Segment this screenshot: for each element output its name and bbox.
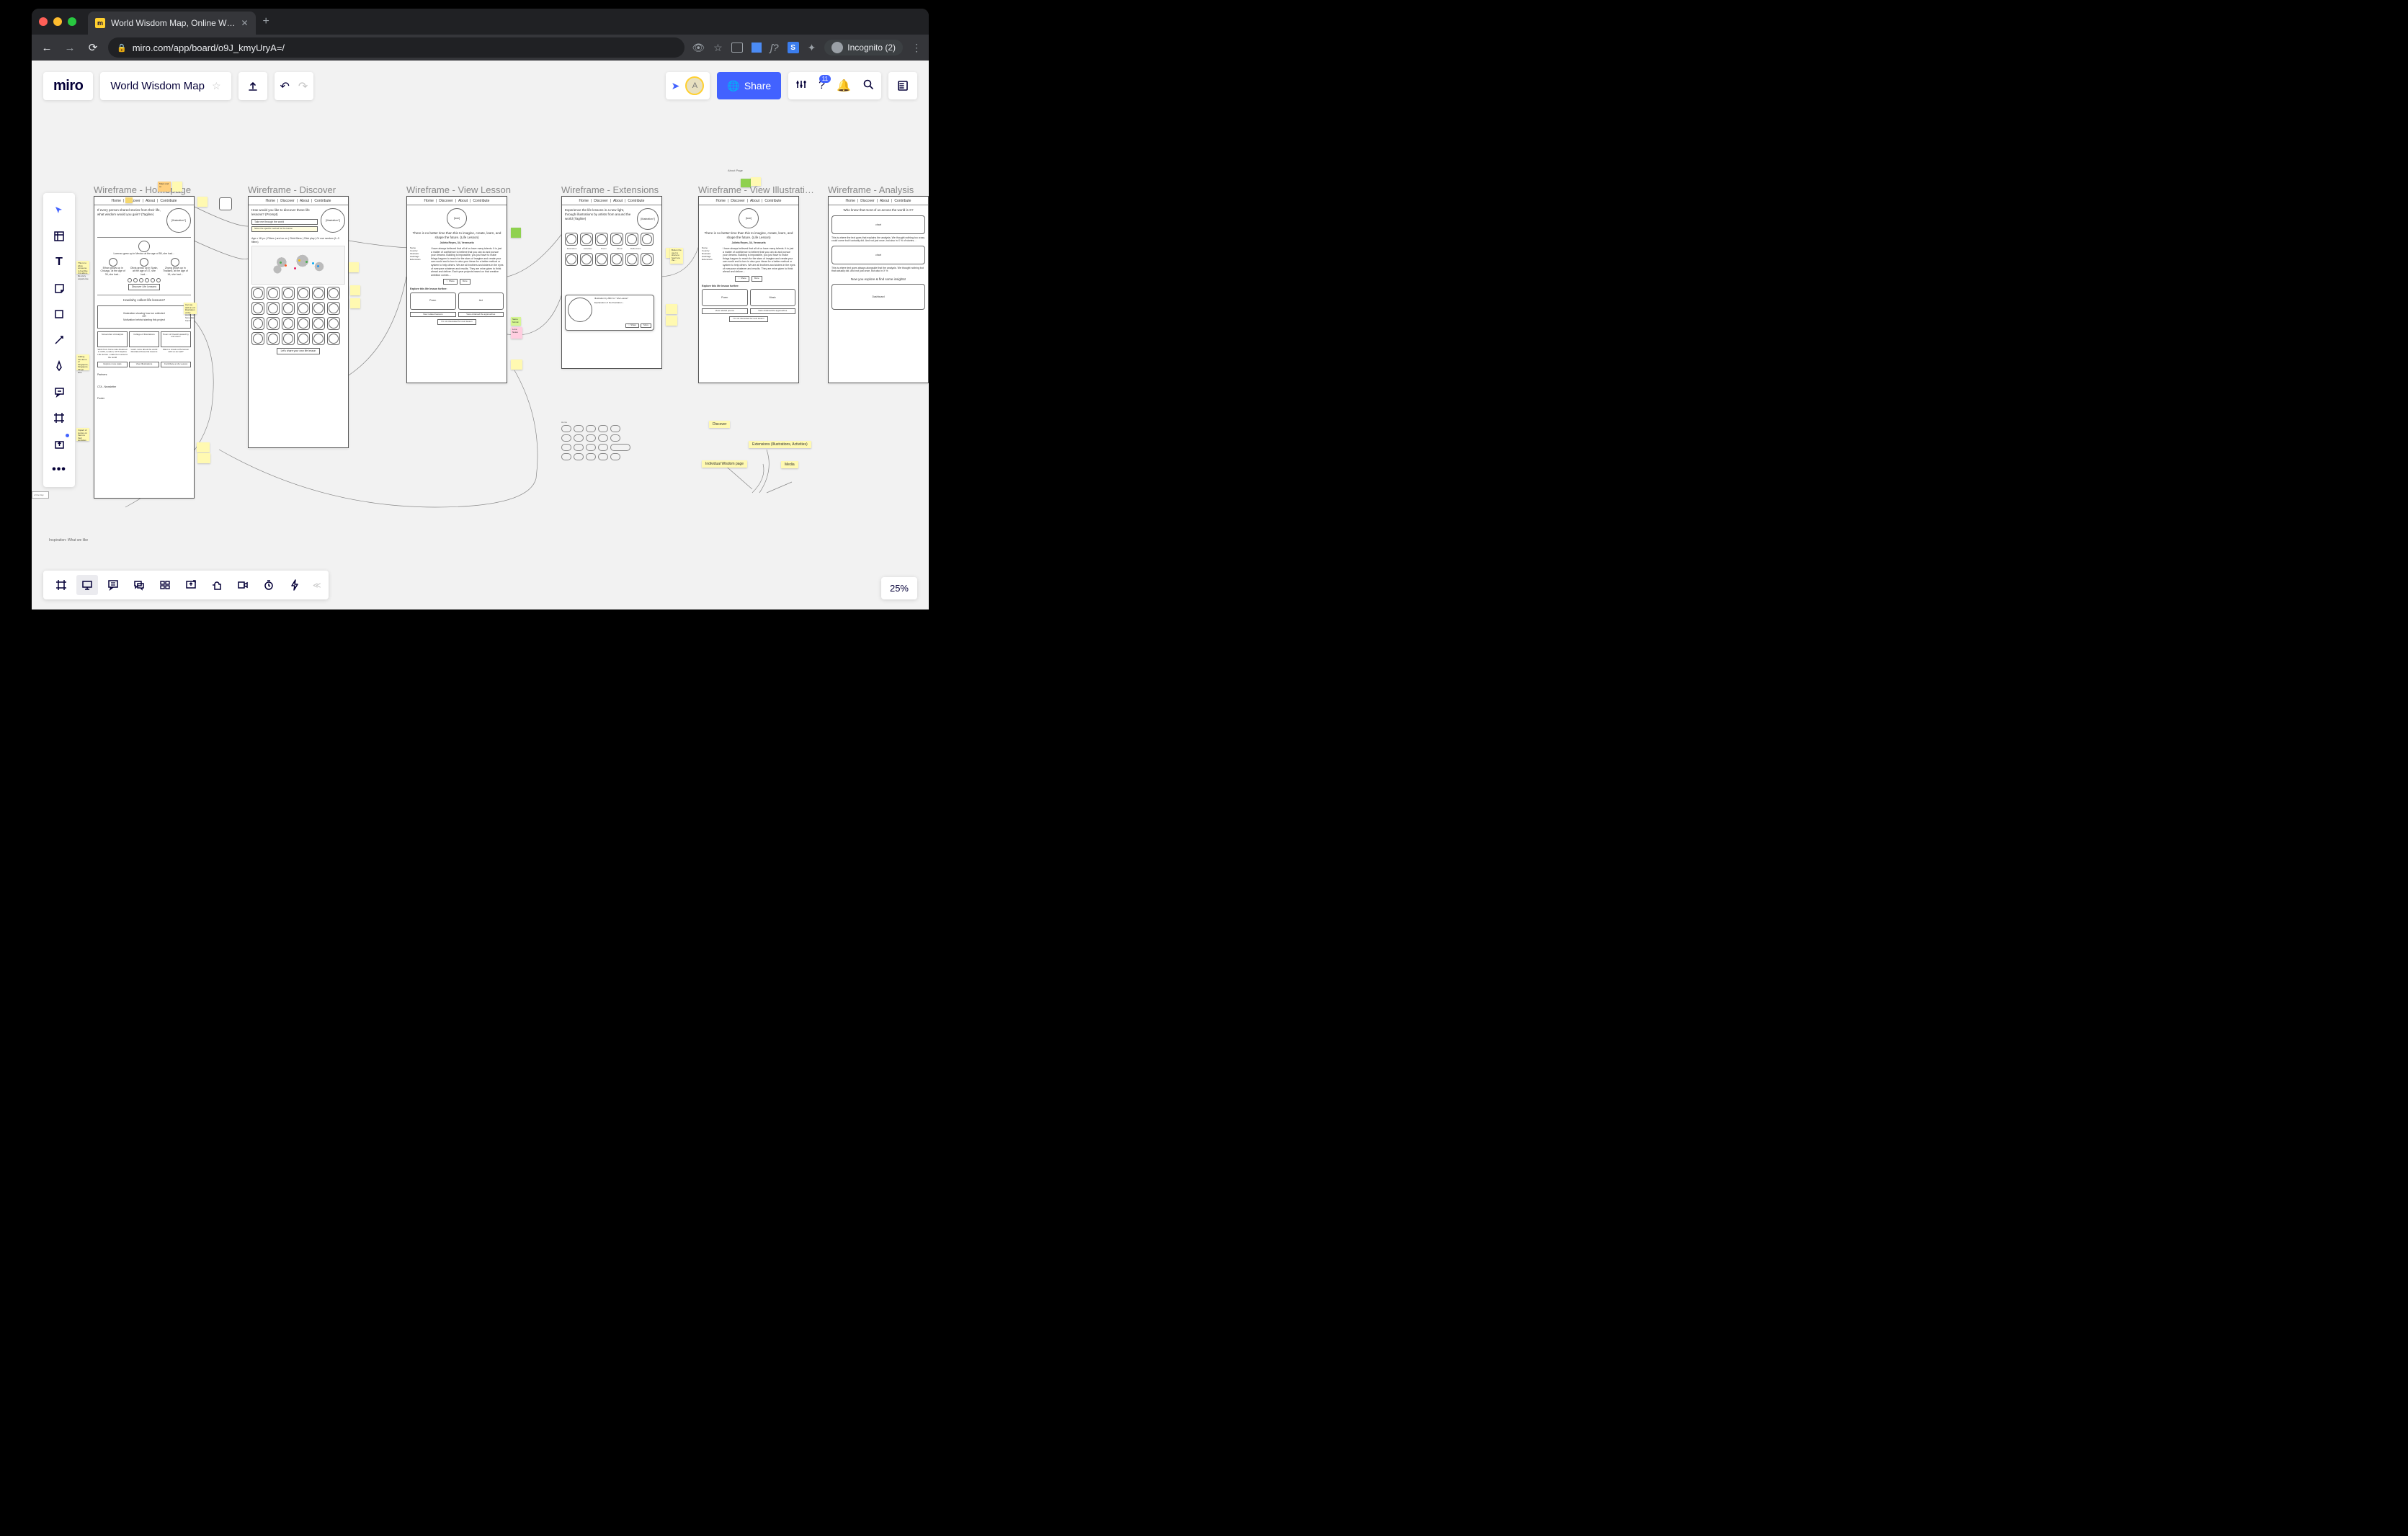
browser-tab[interactable]: m World Wisdom Map, Online W… ✕ xyxy=(88,12,256,35)
mindmap-node[interactable]: Media xyxy=(781,461,798,468)
close-tab-icon[interactable]: ✕ xyxy=(241,18,248,28)
browser-address-bar: ← → ⟳ 🔒 miro.com/app/board/o9J_kmyUryA=/… xyxy=(32,35,929,61)
sticky-note[interactable] xyxy=(666,316,677,326)
sticky-note[interactable]: Adding the demo of Singapore, Singapore … xyxy=(76,354,89,370)
mindmap-node[interactable]: Individual Wisdom page xyxy=(702,460,747,468)
sticky-note[interactable] xyxy=(511,360,522,370)
pocket-icon[interactable] xyxy=(731,43,743,53)
url-input[interactable]: 🔒 miro.com/app/board/o9J_kmyUryA=/ xyxy=(108,37,685,58)
sticky-note[interactable]: Maps and so xyxy=(158,182,171,192)
inspiration-label: Inspiration: What we like xyxy=(49,538,88,542)
sticky-note[interactable]: Button the user to share to heart via th… xyxy=(670,248,683,264)
minimize-window-button[interactable] xyxy=(53,17,62,26)
incognito-label: Incognito (2) xyxy=(847,43,896,53)
frame-title: Wireframe - View Illustrati… xyxy=(698,184,814,195)
sticky-note[interactable] xyxy=(666,304,677,314)
frame-title: Wireframe - Discover xyxy=(248,184,336,195)
close-window-button[interactable] xyxy=(39,17,48,26)
extension-icons: 👁 ☆ ʃ? S ✦ Incognito (2) ⋮ xyxy=(692,40,922,55)
sticky-note[interactable] xyxy=(197,442,210,452)
script-icon[interactable]: ʃ? xyxy=(770,42,779,53)
wireframe-discover[interactable]: Home | Discover | About | Contribute How… xyxy=(248,196,349,448)
window-controls xyxy=(39,17,76,26)
wf-nav: Home | Discover | About | Contribute xyxy=(94,197,194,205)
new-tab-button[interactable]: + xyxy=(263,15,269,28)
sticky-note[interactable]: Same format xyxy=(511,317,521,326)
empty-box[interactable] xyxy=(219,197,232,210)
mindmap-node[interactable]: Discover xyxy=(709,421,730,428)
forward-button[interactable]: → xyxy=(62,42,78,54)
sticky-note[interactable] xyxy=(349,262,359,272)
extension-badge-icon[interactable] xyxy=(752,43,762,53)
world-map xyxy=(251,246,345,285)
star-icon[interactable]: ☆ xyxy=(713,42,723,54)
maximize-window-button[interactable] xyxy=(68,17,76,26)
wireframe-homepage[interactable]: Home | Discover | About | Contribute If … xyxy=(94,196,195,499)
sticky-note[interactable]: Can we add an ext illustration of the pe… xyxy=(184,303,197,314)
eye-off-icon[interactable]: 👁 xyxy=(692,42,705,54)
sticky-note[interactable] xyxy=(172,182,182,192)
lesson-of-day-frame[interactable]: of the Day xyxy=(32,491,49,499)
lock-icon: 🔒 xyxy=(117,43,127,53)
tab-title: World Wisdom Map, Online W… xyxy=(111,18,235,28)
sticky-note[interactable]: Impact of stories on them to their websi… xyxy=(76,428,89,441)
sticky-note[interactable] xyxy=(751,177,761,186)
frame-title: Wireframe - Analysis xyxy=(828,184,914,195)
wireframe-extensions[interactable]: Home | Discover | About | Contribute Exp… xyxy=(561,196,662,369)
miro-favicon: m xyxy=(95,18,105,28)
back-button[interactable]: ← xyxy=(39,42,55,54)
browser-tab-strip: m World Wisdom Map, Online W… ✕ + xyxy=(32,9,929,35)
sticky-note[interactable] xyxy=(350,298,360,308)
frame-title: Wireframe - View Lesson xyxy=(406,184,511,195)
wireframe-analysis[interactable]: Home | Discover | About | Contribute Who… xyxy=(828,196,929,383)
sticky-note[interactable] xyxy=(197,453,210,463)
mindmap-node[interactable]: Extensions (Illustrations, Activities) xyxy=(749,441,811,448)
sticky-note[interactable] xyxy=(511,228,521,238)
sticky-note[interactable] xyxy=(350,285,360,295)
incognito-indicator[interactable]: Incognito (2) xyxy=(824,40,903,55)
miro-canvas-viewport[interactable]: miro World Wisdom Map ☆ ↶ ↷ ➤ A 🌐 Share xyxy=(32,61,929,610)
incognito-icon xyxy=(831,42,843,53)
canvas[interactable]: Wireframe - Homepage Home | Discover | A… xyxy=(32,61,929,610)
wireframe-view-illustration[interactable]: Home | Discover | About | Contribute [ic… xyxy=(698,196,799,383)
frame-title: Wireframe - Extensions xyxy=(561,184,659,195)
s-extension-icon[interactable]: S xyxy=(788,42,799,53)
sticky-note[interactable]: This is to allow someone to feel like it… xyxy=(76,261,89,274)
sticky-note[interactable]: Love Notes xyxy=(511,327,522,339)
wireframe-view-lesson[interactable]: Home | Discover | About | Contribute [ic… xyxy=(406,196,507,383)
sticky-highlight[interactable] xyxy=(125,197,133,203)
sticky-note[interactable] xyxy=(197,197,208,207)
category-grid[interactable]: Home xyxy=(561,421,630,463)
about-page-label: About Page xyxy=(728,169,743,172)
reload-button[interactable]: ⟳ xyxy=(85,41,101,54)
sticky-note[interactable] xyxy=(741,179,751,187)
browser-menu-icon[interactable]: ⋮ xyxy=(911,42,922,54)
url-text: miro.com/app/board/o9J_kmyUryA=/ xyxy=(133,43,285,53)
puzzle-icon[interactable]: ✦ xyxy=(808,42,816,54)
